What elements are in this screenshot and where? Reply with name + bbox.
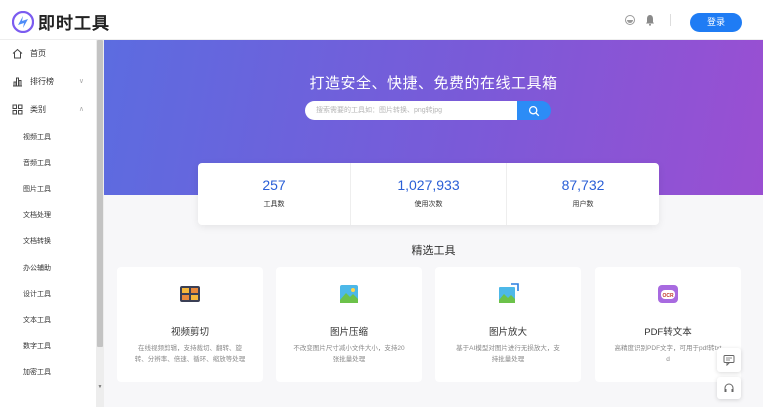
- pdf-ocr-icon: OCR: [658, 285, 678, 303]
- sidebar-item-image-tools[interactable]: 图片工具: [0, 178, 96, 200]
- tool-card-title: PDF转文本: [644, 327, 692, 338]
- category-label: 视频工具: [23, 134, 51, 141]
- tool-card-title: 图片放大: [488, 327, 527, 338]
- tool-card-image-compress[interactable]: 图片压缩 不改变图片尺寸减小文件大小，支持20 张批量处理: [276, 267, 422, 382]
- site-logo[interactable]: 即时工具: [12, 9, 110, 34]
- featured-section-title: 精选工具: [411, 245, 456, 257]
- sidebar-item-home[interactable]: 首页: [0, 40, 96, 66]
- category-label: 设计工具: [23, 291, 51, 298]
- sidebar-scrollbar-thumb[interactable]: [97, 40, 103, 347]
- support-button[interactable]: [717, 377, 741, 399]
- sidebar-item-number-tools[interactable]: 数字工具: [0, 335, 96, 357]
- tool-card-description-line: 不改变图片尺寸减小文件大小，支持20: [293, 345, 405, 352]
- stat-user-count: 87,732 用户数: [507, 163, 659, 225]
- tool-card-description-line: 转、分辨率、倍速、循环、缩放等处理: [134, 356, 246, 363]
- chevron-down-icon: ∨: [78, 78, 84, 85]
- theme-icon[interactable]: [624, 14, 636, 26]
- hero-title: 打造安全、快捷、免费的在线工具箱: [309, 75, 558, 92]
- tool-card-description: 不改变图片尺寸减小文件大小，支持20 张批量处理: [286, 343, 412, 365]
- sidebar-item-audio-tools[interactable]: 音频工具: [0, 152, 96, 174]
- sidebar-item-document-processing[interactable]: 文档处理: [0, 204, 96, 226]
- search-button[interactable]: [517, 101, 551, 120]
- stat-label: 用户数: [572, 201, 594, 208]
- tool-card-description: 基于AI模型对图片进行无损放大，支 持批量处理: [445, 343, 571, 365]
- tool-card-image-enlarge[interactable]: 图片放大 基于AI模型对图片进行无损放大，支 持批量处理: [435, 267, 581, 382]
- feedback-button[interactable]: [717, 348, 741, 372]
- notification-bell-icon[interactable]: [644, 14, 656, 26]
- tool-card-description-line: 持批量处理: [491, 356, 525, 363]
- stat-value: 87,732: [561, 177, 605, 193]
- sidebar-item-label: 类别: [30, 104, 46, 114]
- sidebar-item-label: 首页: [30, 48, 46, 58]
- category-label: 音频工具: [23, 160, 51, 167]
- stat-value: 1,027,933: [397, 177, 460, 193]
- tool-card-description: 在线视频剪辑，支持裁切、翻转、旋 转、分辨率、倍速、循环、缩放等处理: [127, 343, 253, 365]
- tool-card-description-line: 在线视频剪辑，支持裁切、翻转、旋: [138, 345, 242, 352]
- category-icon: [12, 104, 23, 114]
- tool-card-video-cut[interactable]: 视频剪切 在线视频剪辑，支持裁切、翻转、旋 转、分辨率、倍速、循环、缩放等处理: [117, 267, 263, 382]
- sidebar-item-encryption-tools[interactable]: 加密工具: [0, 361, 96, 383]
- stat-usage-count: 1,027,933 使用次数: [351, 163, 506, 225]
- sidebar-item-label: 排行榜: [30, 76, 54, 86]
- tool-card-description: 高精度识别PDF文字，可用于pdf转txt d: [605, 343, 731, 365]
- category-label: 文本工具: [23, 317, 51, 324]
- stat-label: 使用次数: [414, 201, 443, 208]
- image-compress-icon: [340, 285, 358, 303]
- category-label: 文档处理: [23, 212, 51, 219]
- logo-text: 即时工具: [38, 14, 110, 33]
- stats-panel: 257 工具数 1,027,933 使用次数 87,732 用户数: [198, 163, 659, 225]
- home-icon: [12, 48, 23, 58]
- svg-text:OCR: OCR: [662, 293, 674, 299]
- category-label: 办公辅助: [23, 265, 51, 272]
- sidebar: 首页 排行榜 ∨ 类别 ∧ 视频工具 音频工具 图片工具 文档处理 文档转换 办…: [0, 40, 96, 407]
- search-icon: [528, 105, 540, 117]
- category-label: 图片工具: [23, 186, 51, 193]
- tool-card-description-line: 张批量处理: [332, 356, 366, 363]
- tool-card-title: 视频剪切: [170, 327, 209, 338]
- sidebar-item-document-conversion[interactable]: 文档转换: [0, 230, 96, 252]
- category-label: 加密工具: [23, 369, 51, 376]
- sidebar-item-office-assist[interactable]: 办公辅助: [0, 257, 96, 279]
- ranking-icon: [13, 77, 22, 86]
- header-divider: [670, 14, 671, 26]
- stat-tool-count: 257 工具数: [198, 163, 350, 225]
- image-enlarge-icon: [499, 283, 519, 303]
- stat-label: 工具数: [263, 201, 285, 208]
- sidebar-item-ranking[interactable]: 排行榜 ∨: [0, 68, 96, 94]
- login-button[interactable]: 登录: [690, 13, 742, 32]
- category-label: 数字工具: [23, 343, 51, 350]
- tool-card-description-line: 基于AI模型对图片进行无损放大，支: [456, 345, 560, 352]
- video-cut-icon: [180, 286, 200, 302]
- header-icons: [624, 14, 671, 26]
- headset-icon: [724, 383, 734, 392]
- sidebar-item-text-tools[interactable]: 文本工具: [0, 309, 96, 331]
- scroll-down-arrow-icon[interactable]: ▼: [97, 384, 103, 390]
- logo-icon: [12, 10, 34, 33]
- sidebar-item-category[interactable]: 类别 ∧: [0, 96, 96, 122]
- top-header: 即时工具 登录: [0, 0, 763, 40]
- stat-value: 257: [262, 177, 286, 193]
- feedback-icon: [723, 355, 735, 367]
- tool-card-description-line: 高精度识别PDF文字，可用于pdf转txt: [614, 345, 722, 352]
- sidebar-item-video-tools[interactable]: 视频工具: [0, 126, 96, 148]
- tool-card-description-line: d: [666, 356, 670, 363]
- category-label: 文档转换: [23, 238, 51, 245]
- sidebar-item-design-tools[interactable]: 设计工具: [0, 283, 96, 305]
- search-input[interactable]: 搜索需要的工具如：图片转换、png转jpg: [305, 101, 517, 120]
- tool-card-title: 图片压缩: [329, 327, 368, 338]
- chevron-up-icon: ∧: [78, 106, 84, 113]
